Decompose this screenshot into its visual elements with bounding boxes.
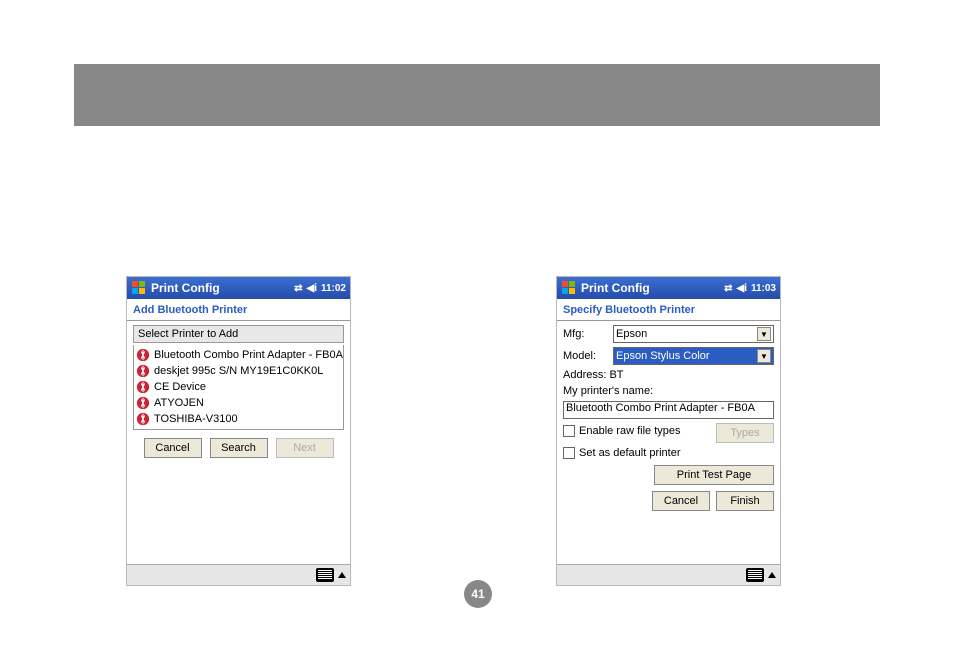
printer-list[interactable]: Bluetooth Combo Print Adapter - FB0A des…: [133, 345, 344, 430]
list-item-label: Bluetooth Combo Print Adapter - FB0A: [154, 349, 343, 361]
next-button: Next: [276, 438, 334, 458]
printers-name-label: My printer's name:: [563, 385, 774, 397]
bottom-bar: [557, 564, 780, 585]
connectivity-icon: ⇄: [724, 283, 732, 294]
printers-name-input[interactable]: Bluetooth Combo Print Adapter - FB0A: [563, 401, 774, 419]
cancel-button[interactable]: Cancel: [144, 438, 202, 458]
bluetooth-device-icon: [136, 348, 150, 362]
page-number: 41: [464, 580, 492, 608]
device-left: Print Config ⇄ ◀ἰ 11:02 Add Bluetooth Pr…: [126, 276, 351, 586]
connectivity-icon: ⇄: [294, 283, 302, 294]
titlebar: Print Config ⇄ ◀ἰ 11:02: [127, 277, 350, 299]
device-right: Print Config ⇄ ◀ἰ 11:03 Specify Bluetoot…: [556, 276, 781, 586]
list-item[interactable]: deskjet 995c S/N MY19E1C0KK0L: [134, 363, 343, 379]
model-label: Model:: [563, 350, 607, 362]
windows-logo-icon: [561, 280, 577, 296]
panel-label: Select Printer to Add: [133, 325, 344, 343]
clock-text: 11:02: [321, 283, 346, 294]
app-title: Print Config: [581, 281, 724, 295]
page-subhead: Specify Bluetooth Printer: [557, 299, 780, 321]
chevron-down-icon: ▼: [757, 327, 771, 341]
chevron-down-icon: ▼: [757, 349, 771, 363]
mfg-label: Mfg:: [563, 328, 607, 340]
keyboard-icon[interactable]: [316, 568, 334, 582]
windows-logo-icon: [131, 280, 147, 296]
keyboard-icon[interactable]: [746, 568, 764, 582]
list-item[interactable]: CE Device: [134, 379, 343, 395]
enable-raw-checkbox[interactable]: [563, 425, 575, 437]
bluetooth-device-icon: [136, 412, 150, 426]
enable-raw-label: Enable raw file types: [579, 425, 681, 437]
chevron-up-icon[interactable]: [768, 572, 776, 578]
speaker-icon: ◀ἰ: [737, 283, 747, 294]
chevron-up-icon[interactable]: [338, 572, 346, 578]
page-subhead: Add Bluetooth Printer: [127, 299, 350, 321]
list-item[interactable]: Bluetooth Combo Print Adapter - FB0A: [134, 347, 343, 363]
bottom-bar: [127, 564, 350, 585]
default-printer-checkbox[interactable]: [563, 447, 575, 459]
bluetooth-device-icon: [136, 380, 150, 394]
list-item-label: TOSHIBA-V3100: [154, 413, 238, 425]
bluetooth-device-icon: [136, 396, 150, 410]
print-test-button[interactable]: Print Test Page: [654, 465, 774, 485]
cancel-button[interactable]: Cancel: [652, 491, 710, 511]
mfg-value: Epson: [616, 328, 647, 340]
list-item[interactable]: ATYOJEN: [134, 395, 343, 411]
list-item-label: deskjet 995c S/N MY19E1C0KK0L: [154, 365, 323, 377]
speaker-icon: ◀ἰ: [307, 283, 317, 294]
list-item-label: CE Device: [154, 381, 206, 393]
list-item-label: ATYOJEN: [154, 397, 204, 409]
clock-text: 11:03: [751, 283, 776, 294]
search-button[interactable]: Search: [210, 438, 268, 458]
titlebar: Print Config ⇄ ◀ἰ 11:03: [557, 277, 780, 299]
mfg-select[interactable]: Epson ▼: [613, 325, 774, 343]
address-text: Address: BT: [563, 369, 774, 381]
bluetooth-device-icon: [136, 364, 150, 378]
list-item[interactable]: TOSHIBA-V3100: [134, 411, 343, 427]
types-button: Types: [716, 423, 774, 443]
default-printer-label: Set as default printer: [579, 447, 681, 459]
model-select[interactable]: Epson Stylus Color ▼: [613, 347, 774, 365]
app-title: Print Config: [151, 281, 294, 295]
finish-button[interactable]: Finish: [716, 491, 774, 511]
header-band: [74, 64, 880, 126]
model-value: Epson Stylus Color: [616, 350, 710, 362]
